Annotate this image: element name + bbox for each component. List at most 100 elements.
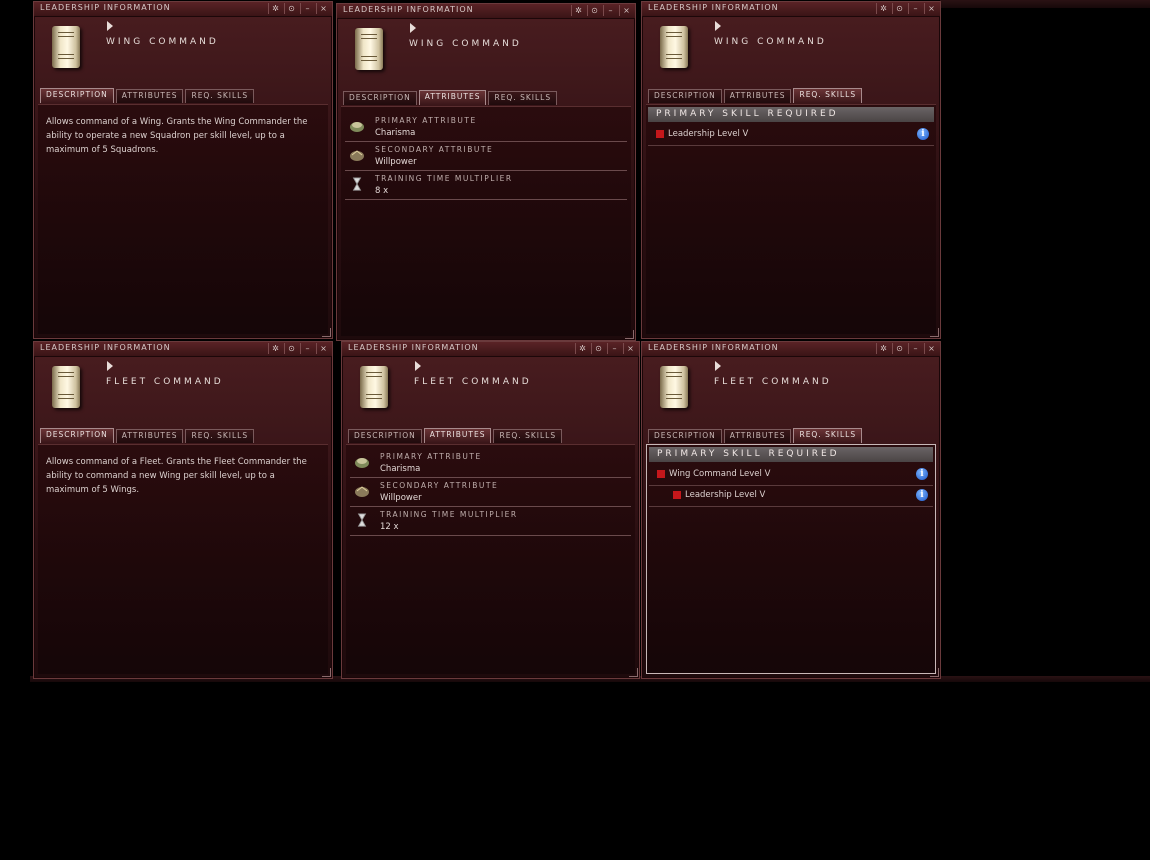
tab-bar: DESCRIPTION ATTRIBUTES REQ. SKILLS — [648, 428, 863, 443]
options-icon[interactable]: ⊙ — [284, 343, 298, 354]
resize-handle[interactable] — [629, 668, 638, 677]
minimize-icon[interactable]: – — [607, 343, 621, 354]
info-window: LEADERSHIP INFORMATION ✲ ⊙ – × FLEET COM… — [33, 341, 333, 679]
tab-content: Allows command of a Wing. Grants the Win… — [38, 104, 328, 334]
resize-handle[interactable] — [322, 668, 331, 677]
pin-icon[interactable]: ✲ — [876, 343, 890, 354]
tab-attributes[interactable]: ATTRIBUTES — [418, 90, 487, 105]
charisma-icon — [350, 122, 364, 132]
pin-icon[interactable]: ✲ — [571, 5, 585, 16]
pin-icon[interactable]: ✲ — [575, 343, 589, 354]
skill-name: WING COMMAND — [714, 37, 827, 47]
info-window: LEADERSHIP INFORMATION ✲ ⊙ – × FLEET COM… — [341, 341, 640, 679]
tab-req-skills[interactable]: REQ. SKILLS — [488, 91, 558, 105]
tab-attributes[interactable]: ATTRIBUTES — [423, 428, 492, 443]
required-skill-name: Wing Command Level V — [669, 469, 771, 479]
options-icon[interactable]: ⊙ — [284, 3, 298, 14]
close-icon[interactable]: × — [924, 3, 938, 14]
info-icon[interactable]: i — [917, 128, 929, 140]
options-icon[interactable]: ⊙ — [587, 5, 601, 16]
pin-icon[interactable]: ✲ — [268, 3, 282, 14]
minimize-icon[interactable]: – — [300, 3, 314, 14]
tab-description[interactable]: DESCRIPTION — [648, 89, 722, 103]
tab-description[interactable]: DESCRIPTION — [348, 429, 422, 443]
attribute-row: SECONDARY ATTRIBUTE Willpower — [350, 478, 631, 507]
skillbook-icon — [660, 26, 688, 68]
required-skill-row[interactable]: Leadership Level V i — [649, 486, 933, 507]
options-icon[interactable]: ⊙ — [591, 343, 605, 354]
tab-req-skills[interactable]: REQ. SKILLS — [793, 88, 863, 103]
tab-req-skills[interactable]: REQ. SKILLS — [793, 428, 863, 443]
title-bar[interactable]: LEADERSHIP INFORMATION ✲ ⊙ – × — [34, 342, 332, 357]
required-skills-header: PRIMARY SKILL REQUIRED — [648, 107, 934, 122]
required-skill-row[interactable]: Wing Command Level V i — [649, 465, 933, 486]
willpower-icon — [355, 486, 369, 497]
expand-arrow-icon[interactable] — [410, 23, 416, 33]
close-icon[interactable]: × — [924, 343, 938, 354]
tab-attributes[interactable]: ATTRIBUTES — [115, 429, 184, 443]
resize-handle[interactable] — [322, 328, 331, 337]
options-icon[interactable]: ⊙ — [892, 3, 906, 14]
pin-icon[interactable]: ✲ — [876, 3, 890, 14]
expand-arrow-icon[interactable] — [107, 361, 113, 371]
required-skill-row[interactable]: Leadership Level V i — [648, 125, 934, 146]
tab-req-skills[interactable]: REQ. SKILLS — [493, 429, 563, 443]
options-icon[interactable]: ⊙ — [892, 343, 906, 354]
tab-bar: DESCRIPTION ATTRIBUTES REQ. SKILLS — [343, 90, 558, 105]
title-bar[interactable]: LEADERSHIP INFORMATION ✲ ⊙ – × — [642, 342, 940, 357]
close-icon[interactable]: × — [316, 3, 330, 14]
tab-description[interactable]: DESCRIPTION — [40, 428, 114, 443]
info-window: LEADERSHIP INFORMATION ✲ ⊙ – × WING COMM… — [336, 3, 636, 341]
expand-arrow-icon[interactable] — [715, 361, 721, 371]
skill-name: WING COMMAND — [106, 37, 219, 47]
attribute-row: PRIMARY ATTRIBUTE Charisma — [345, 113, 627, 142]
tab-req-skills[interactable]: REQ. SKILLS — [185, 429, 255, 443]
title-bar[interactable]: LEADERSHIP INFORMATION ✲ ⊙ – × — [34, 2, 332, 17]
tab-description[interactable]: DESCRIPTION — [343, 91, 417, 105]
skillbook-icon — [360, 366, 388, 408]
close-icon[interactable]: × — [316, 343, 330, 354]
resize-handle[interactable] — [625, 330, 634, 339]
minimize-icon[interactable]: – — [908, 343, 922, 354]
close-icon[interactable]: × — [623, 343, 637, 354]
close-icon[interactable]: × — [619, 5, 633, 16]
expand-arrow-icon[interactable] — [715, 21, 721, 31]
window-title: LEADERSHIP INFORMATION — [348, 343, 479, 352]
attribute-row: PRIMARY ATTRIBUTE Charisma — [350, 449, 631, 478]
title-bar[interactable]: LEADERSHIP INFORMATION ✲ ⊙ – × — [642, 2, 940, 17]
tab-bar: DESCRIPTION ATTRIBUTES REQ. SKILLS — [348, 428, 563, 443]
attribute-value: Charisma — [380, 464, 421, 474]
tab-content: Allows command of a Fleet. Grants the Fl… — [38, 444, 328, 674]
attribute-label: TRAINING TIME MULTIPLIER — [380, 510, 518, 519]
tab-content: PRIMARY SKILL REQUIRED Wing Command Leve… — [646, 444, 936, 674]
tab-description[interactable]: DESCRIPTION — [648, 429, 722, 443]
minimize-icon[interactable]: – — [300, 343, 314, 354]
attribute-row: TRAINING TIME MULTIPLIER 8 x — [345, 171, 627, 200]
tab-description[interactable]: DESCRIPTION — [40, 88, 114, 103]
minimize-icon[interactable]: – — [908, 3, 922, 14]
tab-attributes[interactable]: ATTRIBUTES — [723, 89, 792, 103]
skillbook-icon — [52, 26, 80, 68]
expand-arrow-icon[interactable] — [415, 361, 421, 371]
pin-icon[interactable]: ✲ — [268, 343, 282, 354]
not-trained-icon — [673, 491, 681, 499]
tab-attributes[interactable]: ATTRIBUTES — [115, 89, 184, 103]
expand-arrow-icon[interactable] — [107, 21, 113, 31]
tab-attributes[interactable]: ATTRIBUTES — [723, 429, 792, 443]
required-skills-header: PRIMARY SKILL REQUIRED — [649, 447, 933, 462]
info-icon[interactable]: i — [916, 468, 928, 480]
skill-name: FLEET COMMAND — [414, 377, 532, 387]
attribute-label: SECONDARY ATTRIBUTE — [375, 145, 494, 154]
minimize-icon[interactable]: – — [603, 5, 617, 16]
required-skill-name: Leadership Level V — [685, 490, 766, 500]
info-icon[interactable]: i — [916, 489, 928, 501]
not-trained-icon — [657, 470, 665, 478]
resize-handle[interactable] — [930, 328, 939, 337]
attribute-label: PRIMARY ATTRIBUTE — [380, 452, 482, 461]
title-bar[interactable]: LEADERSHIP INFORMATION ✲ ⊙ – × — [337, 4, 635, 19]
info-window: LEADERSHIP INFORMATION ✲ ⊙ – × WING COMM… — [33, 1, 333, 339]
resize-handle[interactable] — [930, 668, 939, 677]
tab-req-skills[interactable]: REQ. SKILLS — [185, 89, 255, 103]
attribute-value: Willpower — [375, 157, 417, 167]
title-bar[interactable]: LEADERSHIP INFORMATION ✲ ⊙ – × — [342, 342, 639, 357]
